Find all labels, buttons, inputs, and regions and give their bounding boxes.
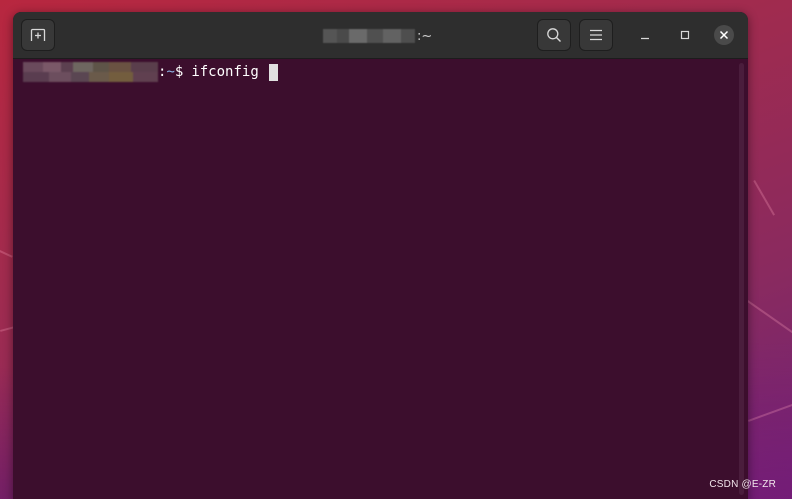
terminal-window[interactable]: :~: ~ $ ifconfig — [13, 12, 748, 499]
wallpaper-streak — [748, 399, 792, 422]
prompt-symbol: $ — [174, 64, 184, 80]
search-button[interactable] — [537, 19, 571, 51]
close-button[interactable] — [714, 25, 734, 45]
new-tab-button[interactable] — [21, 19, 55, 51]
redacted-username — [323, 27, 415, 45]
hamburger-menu-icon — [590, 29, 602, 41]
window-title: :~ — [323, 26, 432, 46]
scrollbar[interactable] — [739, 63, 744, 495]
search-icon — [547, 28, 561, 42]
watermark: CSDN @E-ZR — [709, 479, 776, 490]
minimize-icon — [641, 37, 649, 40]
prompt-separator: : — [158, 64, 167, 80]
headerbar[interactable]: :~ — [13, 12, 748, 59]
wallpaper-streak — [0, 250, 13, 258]
maximize-button[interactable] — [675, 25, 695, 45]
command-text: ifconfig — [191, 64, 259, 80]
text-cursor — [268, 63, 278, 81]
terminal-output[interactable]: : ~ $ ifconfig — [13, 59, 748, 499]
new-tab-icon — [30, 28, 46, 41]
window-title-suffix: :~ — [417, 28, 433, 44]
menu-button[interactable] — [579, 19, 613, 51]
prompt-line: : ~ $ ifconfig — [23, 61, 278, 83]
wallpaper-streak — [746, 300, 792, 342]
wallpaper-streak — [0, 326, 15, 332]
maximize-icon — [680, 30, 690, 40]
wallpaper-streak — [753, 180, 775, 216]
redacted-user-host — [23, 62, 158, 82]
prompt-path: ~ — [166, 64, 175, 80]
close-icon — [719, 30, 729, 40]
minimize-button[interactable] — [635, 25, 655, 45]
